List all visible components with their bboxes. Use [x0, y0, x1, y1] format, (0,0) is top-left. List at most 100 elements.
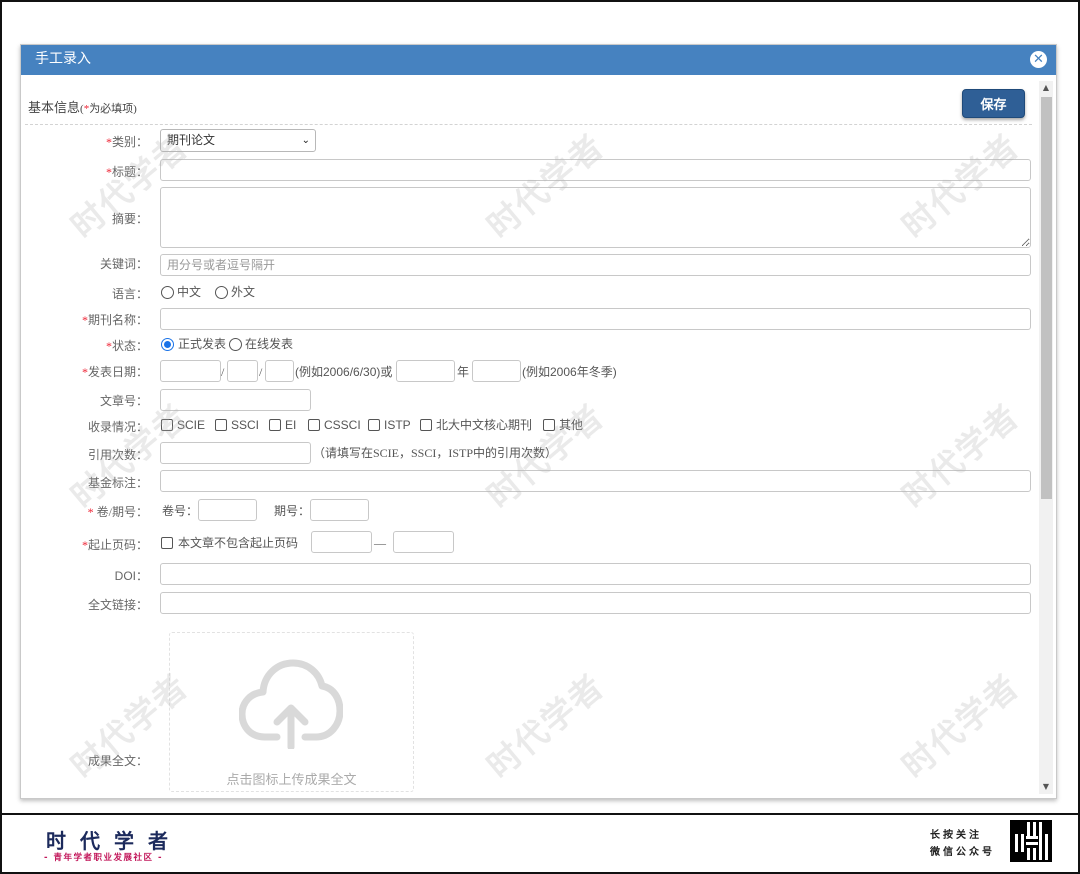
language-chinese-radio[interactable]: [161, 286, 174, 299]
form-content: 基本信息(*为必填项) 保存 *类别： 期刊论文 ⌄ *标题： 摘要： 关键词：…: [21, 75, 1036, 798]
save-button[interactable]: 保存: [962, 89, 1025, 118]
cloud-upload-icon[interactable]: [239, 659, 343, 749]
scroll-down-icon[interactable]: ▼: [1039, 780, 1053, 794]
index-pku-core-checkbox[interactable]: [420, 419, 432, 431]
index-other-checkbox[interactable]: [543, 419, 555, 431]
article-no-label: 文章号：: [99, 394, 148, 408]
article-no-input[interactable]: [160, 389, 311, 411]
follow-text-line2: 微信公众号: [930, 847, 995, 858]
journal-input[interactable]: [160, 308, 1031, 330]
indexing-label: 收录情况：: [87, 420, 148, 434]
colon: ：: [135, 365, 148, 379]
scroll-up-icon[interactable]: ▲: [1039, 81, 1053, 95]
language-foreign-radio[interactable]: [215, 286, 228, 299]
title-label-text: 标题: [111, 165, 136, 179]
fulltext-link-label: 全文链接：: [87, 598, 148, 612]
language-label: 语言：: [111, 287, 148, 301]
journal-label-text: 期刊名称: [87, 313, 136, 327]
issue-label: 期号：: [274, 504, 311, 518]
category-label: *类别：: [21, 133, 148, 150]
footer-banner: 时代学者 - 青年学者职业发展社区 - 长按关注 微信公众号: [2, 813, 1078, 872]
status-label: *状态：: [21, 337, 148, 354]
end-page-input[interactable]: [393, 531, 454, 553]
colon: ：: [135, 313, 148, 327]
pubdate-month-input[interactable]: [227, 360, 258, 382]
pubdate-year-input[interactable]: [160, 360, 221, 382]
colon: ：: [135, 538, 148, 552]
status-formal-label: 正式发表: [178, 337, 227, 351]
year-unit: 年: [457, 365, 470, 379]
index-scie-label: SCIE: [177, 418, 206, 432]
status-label-text: 状态: [111, 339, 136, 353]
dialog-header: 手工录入 ✕: [21, 45, 1056, 75]
volume-label: 卷号：: [162, 504, 199, 518]
keywords-input[interactable]: [160, 254, 1031, 276]
category-label-text: 类别: [111, 135, 136, 149]
doi-input[interactable]: [160, 563, 1031, 585]
season-example: (例如2006年冬季): [522, 365, 617, 379]
volume-input[interactable]: [198, 499, 257, 521]
fund-label: 基金标注：: [87, 476, 148, 490]
volume-issue-label: * 卷/期号：: [21, 503, 148, 520]
date-separator: /: [259, 365, 263, 379]
index-cssci-label: CSSCI: [324, 418, 361, 432]
abstract-label: 摘要：: [111, 212, 148, 226]
section-title-text: 基本信息: [28, 100, 81, 115]
title-label: *标题：: [21, 163, 148, 180]
upload-hint: 点击图标上传成果全文: [226, 772, 357, 787]
close-icon[interactable]: ✕: [1030, 51, 1047, 68]
index-ssci-checkbox[interactable]: [215, 419, 227, 431]
manual-entry-dialog: 手工录入 ✕ 基本信息(*为必填项) 保存 *类别： 期刊论文 ⌄ *标题： 摘…: [20, 44, 1057, 799]
scroll-thumb[interactable]: [1041, 97, 1052, 499]
colon: ：: [135, 165, 148, 179]
status-online-label: 在线发表: [245, 337, 294, 351]
dialog-title: 手工录入: [35, 52, 91, 67]
citations-input[interactable]: [160, 442, 311, 464]
keywords-label: 关键词：: [99, 257, 148, 271]
vertical-scrollbar[interactable]: ▲ ▼: [1039, 81, 1053, 794]
section-divider: [25, 124, 1032, 125]
colon: ：: [135, 135, 148, 149]
fund-input[interactable]: [160, 470, 1031, 492]
note-text: 为必填项): [89, 103, 137, 115]
index-cssci-checkbox[interactable]: [308, 419, 320, 431]
title-input[interactable]: [160, 159, 1031, 181]
date-example: (例如2006/6/30)或: [295, 365, 393, 379]
follow-text-line1: 长按关注: [930, 830, 982, 841]
category-select[interactable]: 期刊论文 ⌄: [160, 129, 316, 152]
status-formal-radio[interactable]: [161, 338, 174, 351]
start-page-input[interactable]: [311, 531, 372, 553]
pubdate-day-input[interactable]: [265, 360, 294, 382]
brand-logo: 时代学者: [46, 829, 182, 853]
index-istp-checkbox[interactable]: [368, 419, 380, 431]
qr-code-icon: [1010, 820, 1052, 862]
language-chinese-label: 中文: [177, 285, 202, 299]
abstract-textarea[interactable]: [160, 187, 1031, 248]
index-istp-label: ISTP: [384, 418, 411, 432]
pubdate-season-input[interactable]: [472, 360, 521, 382]
issue-input[interactable]: [310, 499, 369, 521]
section-title: 基本信息(*为必填项): [28, 97, 137, 116]
volume-issue-label-text: 卷/期号: [96, 505, 136, 519]
colon: ：: [135, 505, 148, 519]
fulltext-label: 成果全文：: [87, 754, 148, 768]
pages-dash: —: [374, 536, 386, 550]
fulltext-link-input[interactable]: [160, 592, 1031, 614]
pubdate-label-text: 发表日期: [87, 365, 136, 379]
language-foreign-label: 外文: [231, 285, 256, 299]
index-ssci-label: SSCI: [231, 418, 260, 432]
pubdate-season-year-input[interactable]: [396, 360, 455, 382]
brand-slogan: - 青年学者职业发展社区 -: [44, 853, 163, 863]
date-separator: /: [221, 365, 225, 379]
doi-label: DOI：: [114, 569, 148, 583]
index-ei-checkbox[interactable]: [269, 419, 281, 431]
fulltext-upload-area[interactable]: 点击图标上传成果全文: [169, 632, 414, 792]
index-scie-checkbox[interactable]: [161, 419, 173, 431]
required-star: *: [87, 505, 94, 519]
no-pages-checkbox[interactable]: [161, 537, 173, 549]
status-online-radio[interactable]: [229, 338, 242, 351]
colon: ：: [135, 339, 148, 353]
index-pku-core-label: 北大中文核心期刊: [436, 418, 533, 432]
chevron-down-icon: ⌄: [301, 135, 310, 146]
pages-label: *起止页码：: [21, 536, 148, 553]
